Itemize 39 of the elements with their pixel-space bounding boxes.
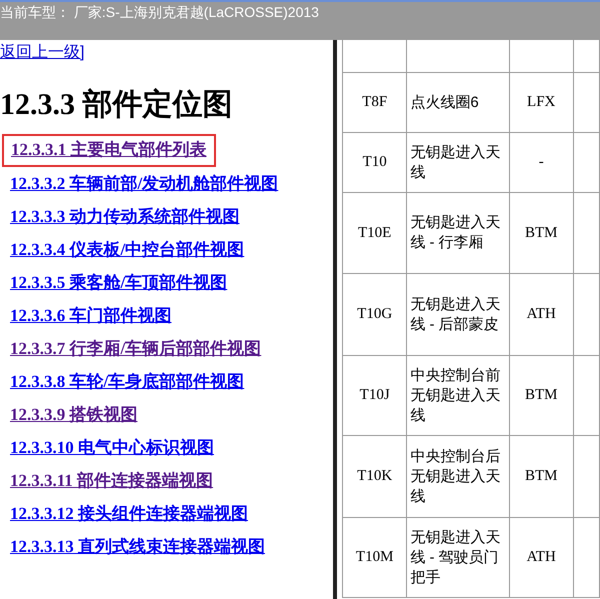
section-link[interactable]: 12.3.3.13 直列式线束连接器端视图: [10, 533, 265, 566]
table-cell: 点火线圈6: [406, 72, 510, 132]
header-title: 当前车型： 厂家:S-上海别克君越(LaCROSSE)2013: [0, 3, 319, 22]
table-cell: BTM: [509, 356, 574, 436]
section-link[interactable]: 12.3.3.2 车辆前部/发动机舱部件视图: [10, 170, 278, 203]
table-cell: T10M: [342, 518, 407, 598]
section-link[interactable]: 12.3.3.6 车门部件视图: [10, 302, 172, 335]
table-cell: 中央控制台前无钥匙进入天线: [406, 356, 510, 436]
section-link[interactable]: 12.3.3.11 部件连接器端视图: [10, 467, 214, 500]
section-link[interactable]: 12.3.3.10 电气中心标识视图: [10, 434, 214, 467]
table-cell: T10: [342, 132, 407, 192]
section-link[interactable]: 12.3.3.3 动力传动系统部件视图: [10, 203, 240, 236]
table-cell: BTM: [509, 436, 574, 518]
table-cell: -: [509, 132, 574, 192]
section-link[interactable]: 12.3.3.9 搭铁视图: [10, 401, 138, 434]
back-link[interactable]: 返回上一级]: [0, 44, 84, 61]
table-cell: ATH: [509, 518, 574, 598]
table-cell: T8F: [342, 72, 407, 132]
section-link[interactable]: 12.3.3.5 乘客舱/车顶部件视图: [10, 269, 228, 302]
table-cell: ATH: [509, 274, 574, 356]
page-heading: 12.3.3 部件定位图: [0, 87, 234, 123]
table-cell: BTM: [509, 192, 574, 274]
table-cell: T10K: [342, 436, 407, 518]
table-cell: [573, 72, 600, 132]
table-cell: 无钥匙进入天线 - 后部蒙皮: [406, 274, 510, 356]
table-cell: 无钥匙进入天线 - 行李厢: [406, 192, 510, 274]
table-cell: LFX: [509, 72, 574, 132]
section-link[interactable]: 12.3.3.12 接头组件连接器端视图: [10, 500, 248, 533]
section-link[interactable]: 12.3.3.1 主要电气部件列表: [2, 134, 216, 167]
table-cell: 中央控制台后无钥匙进入天线: [406, 436, 510, 518]
table-cell: T10E: [342, 192, 407, 274]
section-link[interactable]: 12.3.3.7 行李厢/车辆后部部件视图: [10, 335, 262, 368]
table-cell: 无钥匙进入天线 - 驾驶员门把手: [406, 518, 510, 598]
section-link[interactable]: 12.3.3.8 车轮/车身底部部件视图: [10, 368, 244, 401]
table-cell: [573, 132, 600, 192]
section-link[interactable]: 12.3.3.4 仪表板/中控台部件视图: [10, 236, 244, 269]
table-cell: T10G: [342, 274, 407, 356]
table-cell: T10J: [342, 356, 407, 436]
table-cell: 无钥匙进入天线: [406, 132, 510, 192]
